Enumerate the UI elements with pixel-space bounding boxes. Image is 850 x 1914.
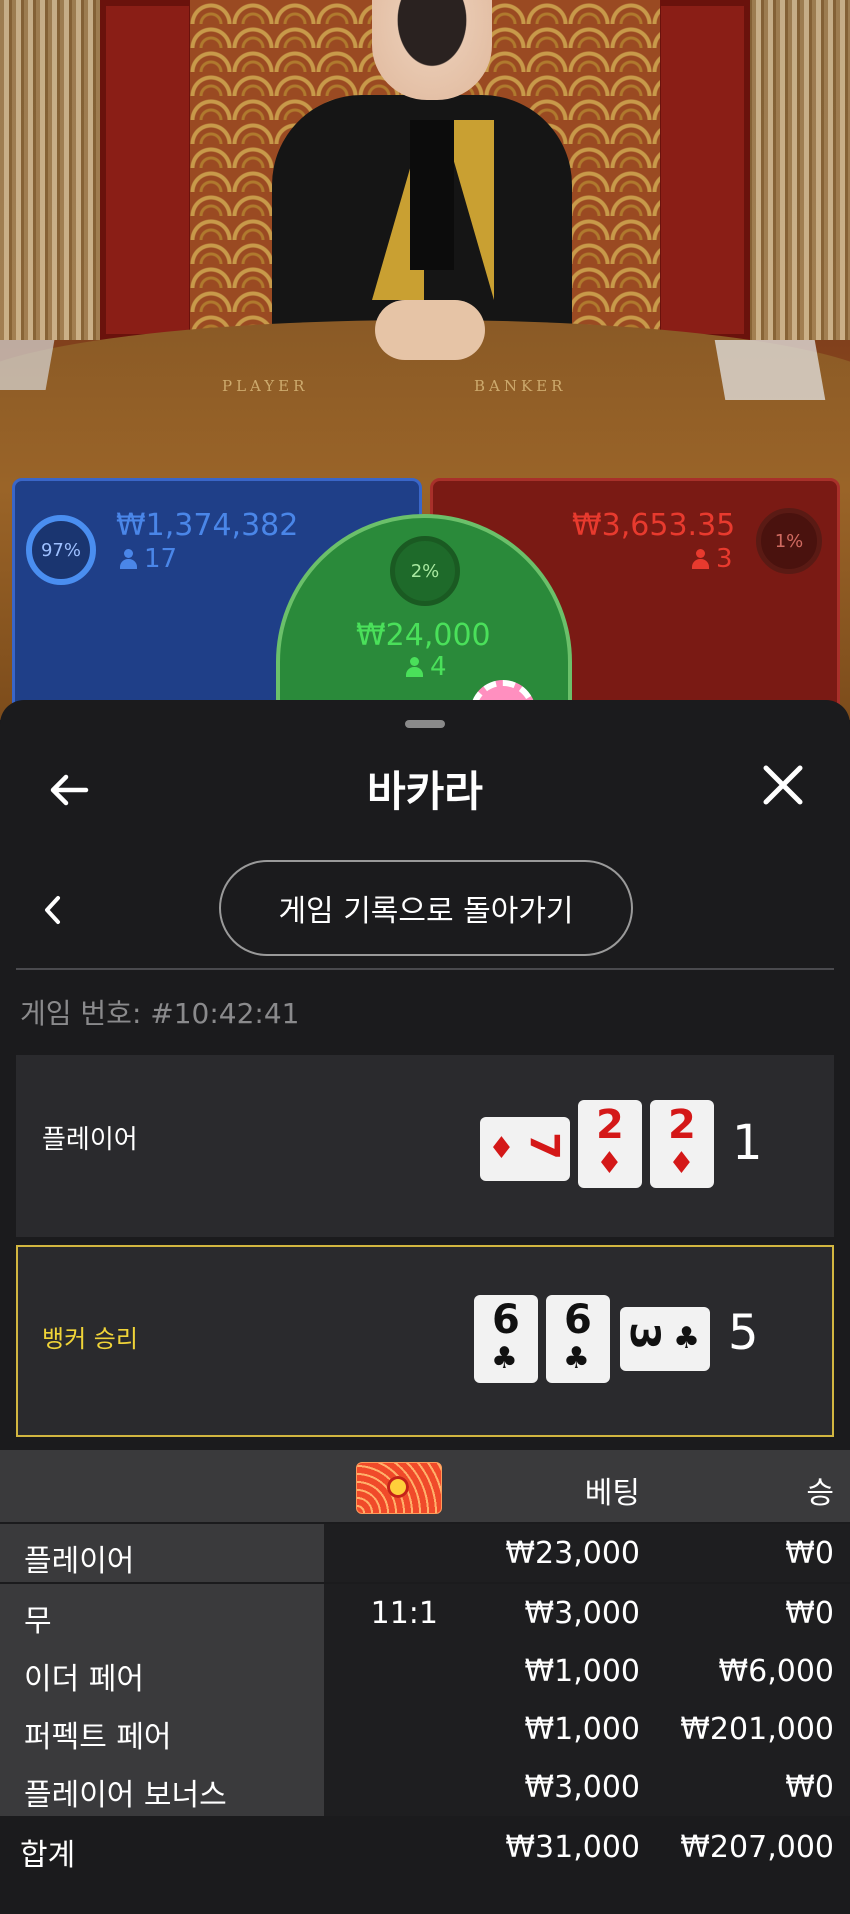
person-icon: [120, 549, 137, 569]
playing-card: 6 ♣: [474, 1295, 538, 1383]
tie-bet-count-value: 4: [430, 652, 447, 682]
banker-bet-amount: ₩3,653.35: [572, 508, 736, 543]
row-label-cell: 퍼펙트 페어: [0, 1700, 324, 1758]
dealer-head: [372, 0, 492, 100]
player-bet-amount: ₩1,374,382: [116, 508, 299, 543]
row-label-cell: 이더 페어: [0, 1642, 324, 1700]
dealer-hands: [375, 300, 485, 360]
banker-bet-count-value: 3: [716, 544, 733, 574]
win-column-header: 승: [806, 1476, 834, 1511]
card-rank: 6: [492, 1297, 520, 1343]
game-history-sheet: 바카라 게임 기록으로 돌아가기 게임 번호: #10:42:41 플레이어 7…: [0, 700, 850, 1914]
table-row: 플레이어 보너스 ₩3,000 ₩0: [0, 1758, 850, 1816]
card-suit: ♣: [563, 1341, 590, 1376]
row-bet: ₩1,000: [524, 1654, 640, 1689]
row-label: 퍼펙트 페어: [24, 1720, 172, 1755]
pillar-right: [655, 0, 750, 340]
row-label-cell: 플레이어 보너스: [0, 1758, 324, 1816]
close-icon: [763, 765, 803, 805]
row-odds: 11:1: [370, 1596, 438, 1631]
tie-percent-ring: 2%: [390, 536, 460, 606]
curtain-left: [0, 0, 110, 340]
tie-bet-amount: ₩24,000: [356, 618, 491, 653]
card-rank: 2: [668, 1102, 696, 1148]
live-video: PLAYER BANKER 97% ₩1,374,382 17 2% ₩24,0…: [0, 0, 850, 720]
player-result-row: 플레이어 7 ♦ 2 ♦ 2 ♦ 1: [16, 1055, 834, 1237]
row-bet: ₩3,000: [524, 1596, 640, 1631]
card-rank: 6: [564, 1297, 592, 1343]
row-bet: ₩23,000: [505, 1536, 640, 1571]
row-label-cell: 플레이어: [0, 1524, 324, 1582]
drag-handle[interactable]: [405, 720, 445, 728]
banker-bet-count: 3: [692, 544, 733, 574]
person-icon: [692, 549, 709, 569]
row-bet: ₩3,000: [524, 1770, 640, 1805]
playing-card: 7 ♦: [480, 1117, 570, 1181]
row-bet: ₩1,000: [524, 1712, 640, 1747]
player-score: 1: [732, 1115, 763, 1171]
banker-result-row: 뱅커 승리 6 ♣ 6 ♣ 3 ♣ 5: [16, 1245, 834, 1437]
bets-table-header: 베팅 승: [0, 1450, 850, 1522]
playing-card: 6 ♣: [546, 1295, 610, 1383]
player-percent-ring: 97%: [26, 515, 96, 585]
row-label: 이더 페어: [24, 1662, 144, 1697]
card-rank: 2: [596, 1102, 624, 1148]
row-win: ₩0: [785, 1770, 834, 1805]
person-icon: [406, 657, 423, 677]
row-win: ₩201,000: [680, 1712, 834, 1747]
dealer-shirt: [410, 120, 454, 270]
card-shoe-left: [0, 340, 55, 390]
card-suit: ♦: [488, 1131, 515, 1166]
back-to-history-button[interactable]: 게임 기록으로 돌아가기: [219, 860, 633, 956]
total-row: 합계 ₩31,000 ₩207,000: [0, 1816, 850, 1880]
playing-card: 3 ♣: [620, 1307, 710, 1371]
card-suit: ♣: [673, 1321, 700, 1356]
player-bet-count-value: 17: [144, 544, 178, 574]
banker-percent-ring: 1%: [756, 508, 822, 574]
card-rank: 3: [620, 1322, 667, 1350]
previous-button[interactable]: [38, 890, 68, 930]
row-win: ₩6,000: [718, 1654, 834, 1689]
card-suit: ♦: [596, 1146, 623, 1181]
bet-column-header: 베팅: [584, 1476, 640, 1511]
card-suit: ♣: [491, 1341, 518, 1376]
card-rank: 7: [521, 1132, 568, 1160]
row-label: 플레이어 보너스: [24, 1778, 227, 1813]
promo-badge-icon: [356, 1462, 442, 1514]
total-bet: ₩31,000: [505, 1830, 640, 1865]
row-label-cell: 무: [0, 1584, 324, 1642]
playing-card: 2 ♦: [650, 1100, 714, 1188]
curtain-right: [740, 0, 850, 340]
row-label: 플레이어: [24, 1544, 135, 1579]
close-button[interactable]: [758, 760, 808, 810]
chevron-left-icon: [45, 896, 60, 924]
card-suit: ♦: [668, 1146, 695, 1181]
game-number: 게임 번호: #10:42:41: [20, 997, 300, 1030]
player-result-label: 플레이어: [42, 1125, 138, 1155]
row-label: 무: [24, 1604, 52, 1639]
divider: [16, 968, 834, 970]
player-bet-count: 17: [120, 544, 177, 574]
table-row: 퍼펙트 페어 ₩1,000 ₩201,000: [0, 1700, 850, 1758]
table-row: 이더 페어 ₩1,000 ₩6,000: [0, 1642, 850, 1700]
total-win: ₩207,000: [680, 1830, 834, 1865]
table-row: 무 11:1 ₩3,000 ₩0: [0, 1584, 850, 1642]
total-label: 합계: [20, 1838, 76, 1873]
row-win: ₩0: [785, 1596, 834, 1631]
table-label-player: PLAYER: [222, 377, 309, 395]
table-label-banker: BANKER: [474, 377, 567, 395]
card-shoe-right: [714, 340, 826, 400]
pillar-left: [100, 0, 195, 340]
sheet-title: 바카라: [367, 767, 483, 816]
tie-bet-count: 4: [406, 652, 447, 682]
banker-result-label: 뱅커 승리: [42, 1325, 138, 1353]
playing-card: 2 ♦: [578, 1100, 642, 1188]
row-win: ₩0: [785, 1536, 834, 1571]
table-row: 플레이어 ₩23,000 ₩0: [0, 1524, 850, 1582]
banker-score: 5: [728, 1305, 759, 1361]
